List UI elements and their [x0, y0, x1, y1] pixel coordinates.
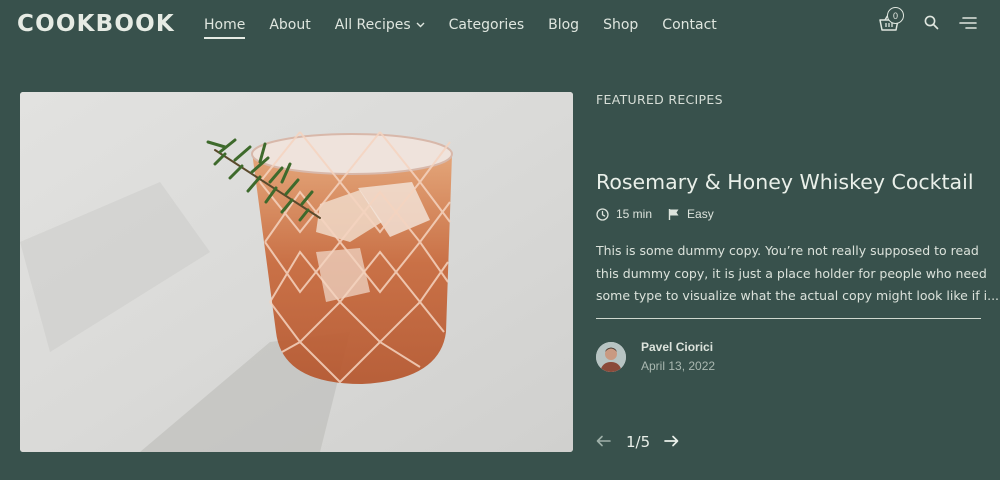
post-date: April 13, 2022: [641, 359, 716, 373]
nav-item-blog[interactable]: Blog: [548, 17, 579, 33]
featured-recipe-image[interactable]: [20, 92, 573, 452]
main-nav: Home About All Recipes Categories Blog S…: [204, 17, 741, 39]
nav-item-label: Blog: [548, 17, 580, 33]
page-counter: 1/5: [626, 433, 651, 451]
nav-item-about[interactable]: About: [269, 17, 310, 33]
site-header: COOKBOOK Home About All Recipes Categori…: [0, 0, 1000, 50]
author-block: Pavel Ciorici April 13, 2022: [596, 340, 715, 373]
cocktail-illustration: [20, 92, 573, 452]
slider-pagination: 1/5: [596, 433, 680, 451]
excerpt-line: this dummy copy, it is just a place hold…: [596, 265, 987, 281]
cart-button[interactable]: 0: [878, 7, 904, 36]
nav-item-all-recipes[interactable]: All Recipes: [335, 17, 425, 33]
chevron-down-icon: [416, 22, 425, 28]
site-logo[interactable]: COOKBOOK: [17, 11, 175, 37]
menu-icon: [959, 16, 977, 35]
search-button[interactable]: [922, 15, 940, 35]
recipe-excerpt: This is some dummy copy. You’re not real…: [596, 240, 1000, 308]
avatar[interactable]: [596, 341, 626, 372]
nav-item-categories[interactable]: Categories: [449, 17, 524, 33]
nav-item-label: About: [269, 17, 311, 33]
recipe-meta: 15 min Easy: [596, 207, 730, 221]
nav-item-label: Contact: [662, 17, 717, 33]
next-arrow-icon[interactable]: [664, 435, 680, 449]
nav-item-shop[interactable]: Shop: [603, 17, 638, 33]
nav-item-label: All Recipes: [334, 17, 411, 33]
nav-item-label: Home: [204, 17, 246, 33]
cart-count-badge: 0: [887, 7, 904, 24]
header-actions: 0: [878, 7, 978, 36]
section-label: FEATURED RECIPES: [596, 92, 723, 107]
excerpt-line: some type to visualize what the actual c…: [596, 288, 1000, 303]
clock-icon: [596, 207, 609, 221]
excerpt-line: This is some dummy copy. You’re not real…: [596, 243, 979, 258]
nav-item-contact[interactable]: Contact: [662, 17, 716, 33]
prev-arrow-icon[interactable]: [596, 435, 612, 449]
author-name[interactable]: Pavel Ciorici: [641, 340, 715, 354]
author-info: Pavel Ciorici April 13, 2022: [641, 340, 715, 373]
recipe-title[interactable]: Rosemary & Honey Whiskey Cocktail: [596, 170, 991, 194]
nav-item-label: Shop: [603, 17, 639, 33]
search-icon: [924, 15, 939, 35]
nav-item-home[interactable]: Home: [204, 17, 246, 39]
flag-icon: [668, 208, 680, 221]
difficulty: Easy: [687, 207, 714, 221]
prep-time: 15 min: [616, 207, 653, 221]
menu-button[interactable]: [958, 16, 978, 34]
nav-item-label: Categories: [448, 17, 525, 33]
divider: [596, 318, 981, 319]
